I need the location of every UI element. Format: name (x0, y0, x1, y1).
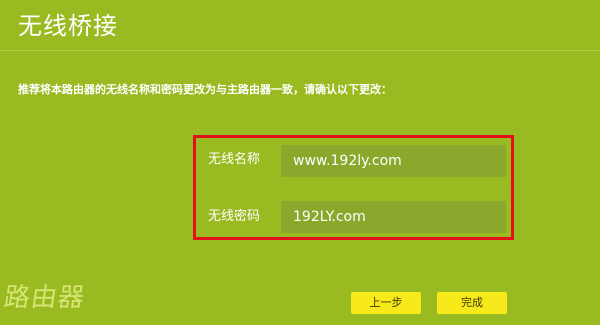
wireless-password-input[interactable] (281, 201, 506, 233)
wireless-name-label: 无线名称 (208, 152, 261, 167)
finish-button[interactable]: 完成 (437, 292, 507, 314)
title-divider (0, 50, 600, 51)
wireless-name-input[interactable] (281, 145, 506, 177)
previous-step-button[interactable]: 上一步 (351, 292, 421, 314)
wireless-password-label: 无线密码 (208, 209, 261, 224)
page-title: 无线桥接 (18, 12, 118, 40)
instruction-text: 推荐将本路由器的无线名称和密码更改为与主路由器一致，请确认以下更改： (18, 83, 392, 96)
watermark-logo: 路由器 (1, 283, 88, 313)
